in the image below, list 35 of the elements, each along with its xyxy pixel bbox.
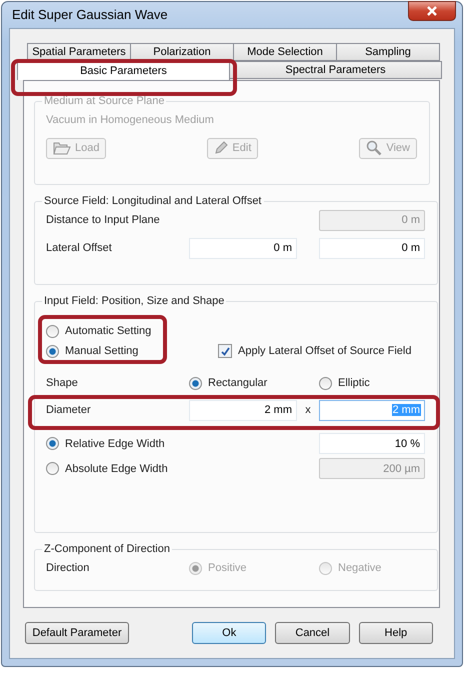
radio-button[interactable]: Relative Edge Width <box>46 437 165 450</box>
close-icon <box>426 6 438 16</box>
radio-button[interactable]: Rectangular <box>189 376 268 390</box>
radio-button[interactable]: Manual Setting <box>46 344 138 358</box>
dialog-button[interactable]: Help <box>358 622 433 644</box>
field-label: Direction <box>46 562 90 574</box>
tab[interactable]: Mode Selection <box>233 43 337 61</box>
checkbox[interactable]: Apply Lateral Offset of Source Field <box>218 344 412 358</box>
number-field[interactable]: 0 m <box>189 238 297 258</box>
number-field[interactable]: 2 mm <box>189 400 297 420</box>
radio-button[interactable]: Elliptic <box>319 376 370 390</box>
field-label: Diameter <box>46 404 92 416</box>
field-label: Distance to Input Plane <box>46 214 161 226</box>
dialog-button[interactable]: Cancel <box>275 622 350 644</box>
group-title: Input Field: Position, Size and Shape <box>43 295 226 307</box>
dialog-button[interactable]: Ok <box>192 622 266 644</box>
number-field[interactable]: 0 m <box>319 238 425 258</box>
check-icon <box>220 346 230 356</box>
pencil-icon <box>214 141 228 155</box>
tab[interactable]: Sampling <box>336 43 440 61</box>
group-title: Source Field: Longitudinal and Lateral Offset <box>43 195 262 207</box>
medium-description: Vacuum in Homogeneous Medium <box>46 114 214 126</box>
number-field[interactable]: 10 % <box>319 433 425 454</box>
field-label: Lateral Offset <box>46 242 113 254</box>
group-title: Z-Component of Direction <box>43 543 171 555</box>
group-title: Medium at Source Plane <box>43 95 166 107</box>
folder-icon <box>53 141 71 155</box>
dialog-button[interactable]: Default Parameter <box>25 622 130 644</box>
times-sign: x <box>304 404 312 416</box>
field-label: Shape <box>46 377 79 389</box>
radio-button[interactable]: Automatic Setting <box>46 324 152 338</box>
close-button[interactable] <box>408 1 456 21</box>
tab[interactable]: Spectral Parameters <box>229 61 442 79</box>
window-title: Edit Super Gaussian Wave <box>12 7 168 22</box>
search-icon <box>366 140 382 156</box>
